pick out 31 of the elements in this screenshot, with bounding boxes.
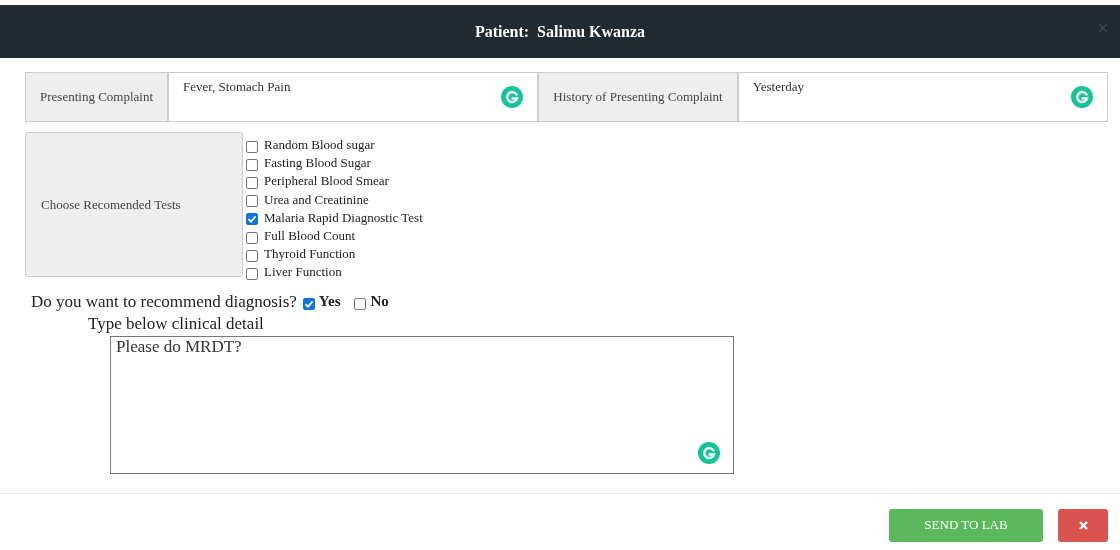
close-icon (1078, 520, 1088, 530)
checkbox[interactable] (246, 231, 258, 244)
close-button[interactable] (1058, 508, 1108, 542)
checkbox[interactable] (246, 267, 258, 280)
checkbox[interactable] (246, 176, 258, 189)
checkbox-label: Peripheral Blood Smear (264, 173, 389, 190)
checkbox[interactable] (246, 140, 258, 153)
text-area[interactable]: Yesterday (737, 72, 1108, 122)
checkbox[interactable] (354, 298, 367, 310)
text-area[interactable]: Fever, Stomach Pain (168, 72, 539, 122)
checkbox-label: Random Blood sugar (264, 137, 375, 154)
group-label: Choose Recomended Tests (25, 132, 243, 277)
checkbox[interactable] (246, 213, 258, 226)
option-label: Yes (318, 293, 341, 310)
checkbox-label: Urea and Creatinine (264, 191, 369, 208)
checkbox-label: Thyroid Function (264, 246, 356, 263)
checkbox-label: Full Blood Count (264, 228, 356, 245)
checkbox[interactable] (302, 298, 315, 310)
field-label: Type below clinical detail (88, 313, 265, 334)
field-label: Presenting Complaint (25, 72, 169, 122)
text-area[interactable]: Please do MRDT? (110, 335, 734, 474)
checkbox-label: Malaria Rapid Diagnostic Test (264, 209, 423, 226)
checkbox[interactable] (246, 158, 258, 171)
checkbox[interactable] (246, 195, 258, 208)
checkbox[interactable] (246, 249, 258, 262)
checkbox-label: Fasting Blood Sugar (264, 155, 371, 172)
option-label: No (370, 293, 389, 310)
modal-title: Patient: Salimu Kwanza (474, 22, 646, 41)
question-text: Do you want to recommend diagnosis? (31, 291, 297, 312)
checkbox-label: Liver Function (264, 264, 342, 281)
field-label: History of Presenting Complaint (538, 72, 738, 122)
